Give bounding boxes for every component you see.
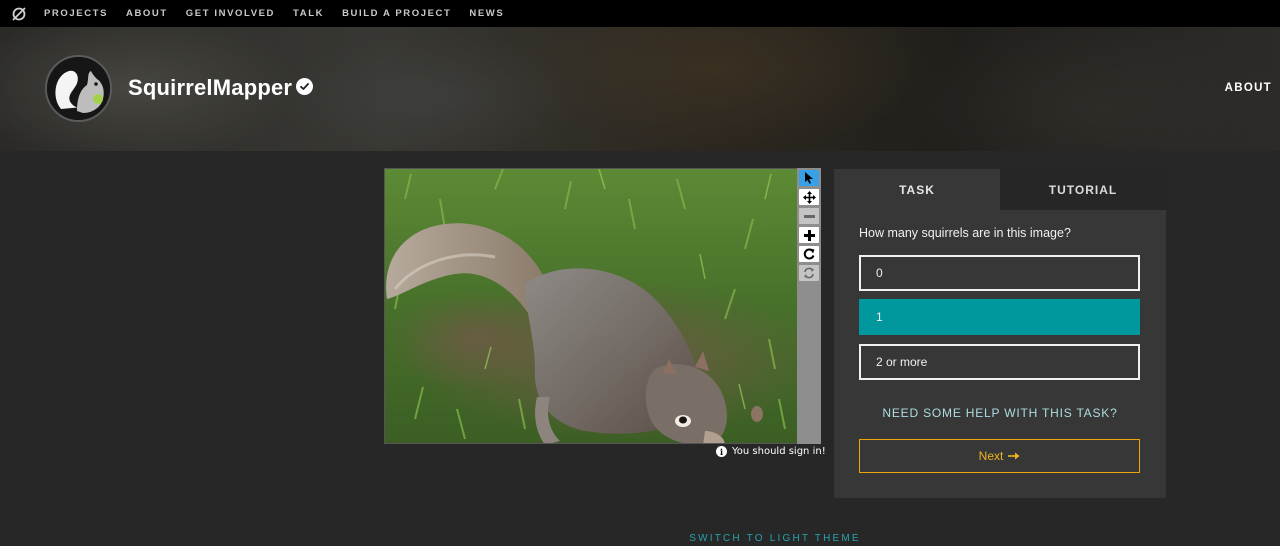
switch-theme-link[interactable]: SWITCH TO LIGHT THEME [0, 533, 1280, 544]
nav-build-a-project[interactable]: BUILD A PROJECT [342, 8, 451, 19]
subject-image[interactable] [384, 168, 798, 444]
task-question: How many squirrels are in this image? [859, 226, 1071, 240]
arrow-right-icon [1008, 449, 1020, 463]
project-title[interactable]: SquirrelMapper [128, 75, 292, 101]
answer-option-1[interactable]: 1 [859, 299, 1140, 335]
top-nav: PROJECTS ABOUT GET INVOLVED TALK BUILD A… [0, 0, 1280, 27]
zooniverse-logo-icon[interactable] [10, 5, 28, 23]
image-toolbar [797, 168, 821, 444]
tab-tutorial[interactable]: TUTORIAL [1000, 169, 1166, 210]
pointer-icon[interactable] [799, 170, 819, 186]
task-panel: TASK TUTORIAL How many squirrels are in … [834, 169, 1166, 498]
task-help-link[interactable]: NEED SOME HELP WITH THIS TASK? [834, 406, 1166, 420]
project-header: SquirrelMapper ABOUT [0, 27, 1280, 151]
answer-option-0[interactable]: 0 [859, 255, 1140, 291]
zoom-out-icon[interactable] [799, 208, 819, 224]
move-icon[interactable] [799, 189, 819, 205]
next-button-label: Next [978, 449, 1004, 463]
sign-in-note[interactable]: i You should sign in! [716, 446, 826, 457]
task-tabs: TASK TUTORIAL [834, 169, 1166, 210]
reset-icon[interactable] [799, 265, 819, 281]
project-about-link[interactable]: ABOUT [1225, 82, 1272, 94]
nav-news[interactable]: NEWS [469, 8, 504, 19]
project-avatar[interactable] [45, 55, 112, 122]
nav-about[interactable]: ABOUT [126, 8, 168, 19]
verified-badge-icon [296, 78, 313, 95]
sign-in-note-text: You should sign in! [732, 446, 826, 457]
rotate-icon[interactable] [799, 246, 819, 262]
zoom-in-icon[interactable] [799, 227, 819, 243]
answer-option-2-or-more[interactable]: 2 or more [859, 344, 1140, 380]
nav-talk[interactable]: TALK [293, 8, 324, 19]
next-button[interactable]: Next [859, 439, 1140, 473]
nav-projects[interactable]: PROJECTS [44, 8, 108, 19]
tab-task[interactable]: TASK [834, 169, 1000, 210]
nav-get-involved[interactable]: GET INVOLVED [186, 8, 275, 19]
info-icon: i [716, 446, 727, 457]
